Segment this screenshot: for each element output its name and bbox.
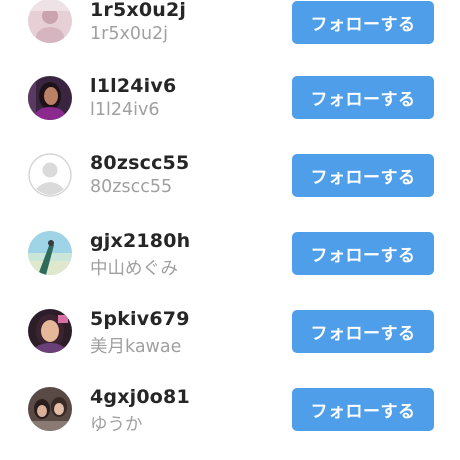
avatar[interactable] xyxy=(28,153,72,197)
full-name: 中山めぐみ xyxy=(90,259,179,279)
full-name: l1l24iv6 xyxy=(90,100,160,120)
user-row: 1r5x0u2j 1r5x0u2j フォローする xyxy=(0,0,460,60)
username[interactable]: 1r5x0u2j xyxy=(90,0,186,21)
follow-button[interactable]: フォローする xyxy=(292,154,434,197)
full-name: 80zscc55 xyxy=(90,177,173,197)
profile-photo-purple xyxy=(28,76,72,120)
full-name: 1r5x0u2j xyxy=(90,24,169,44)
follow-button[interactable]: フォローする xyxy=(292,232,434,275)
profile-photo-beach xyxy=(28,231,72,275)
full-name: 美月kawae xyxy=(90,337,182,357)
full-name: ゆうか xyxy=(90,415,143,435)
username[interactable]: 4gxj0o81 xyxy=(90,386,190,408)
user-row: l1l24iv6 l1l24iv6 フォローする xyxy=(0,60,460,138)
user-row: 80zscc55 80zscc55 フォローする xyxy=(0,138,460,216)
avatar[interactable] xyxy=(28,0,72,43)
follow-button[interactable]: フォローする xyxy=(292,310,434,353)
profile-photo-woman xyxy=(28,309,72,353)
follow-button[interactable]: フォローする xyxy=(292,388,434,431)
follow-button[interactable]: フォローする xyxy=(292,1,434,44)
username[interactable]: gjx2180h xyxy=(90,230,190,252)
avatar[interactable] xyxy=(28,76,72,120)
avatar[interactable] xyxy=(28,309,72,353)
username[interactable]: l1l24iv6 xyxy=(90,75,176,97)
user-row: 4gxj0o81 ゆうか フォローする xyxy=(0,372,460,450)
follow-button[interactable]: フォローする xyxy=(292,76,434,119)
profile-photo-pink xyxy=(28,0,72,43)
avatar[interactable] xyxy=(28,231,72,275)
suggested-users-list: 1r5x0u2j 1r5x0u2j フォローする l1l24iv6 l1l24i… xyxy=(0,0,460,460)
avatar[interactable] xyxy=(28,387,72,431)
user-row: gjx2180h 中山めぐみ フォローする xyxy=(0,216,460,294)
username[interactable]: 80zscc55 xyxy=(90,152,189,174)
profile-photo-group xyxy=(28,387,72,431)
user-row: 5pkiv679 美月kawae フォローする xyxy=(0,294,460,372)
username[interactable]: 5pkiv679 xyxy=(90,308,190,330)
default-avatar-icon xyxy=(28,153,72,197)
